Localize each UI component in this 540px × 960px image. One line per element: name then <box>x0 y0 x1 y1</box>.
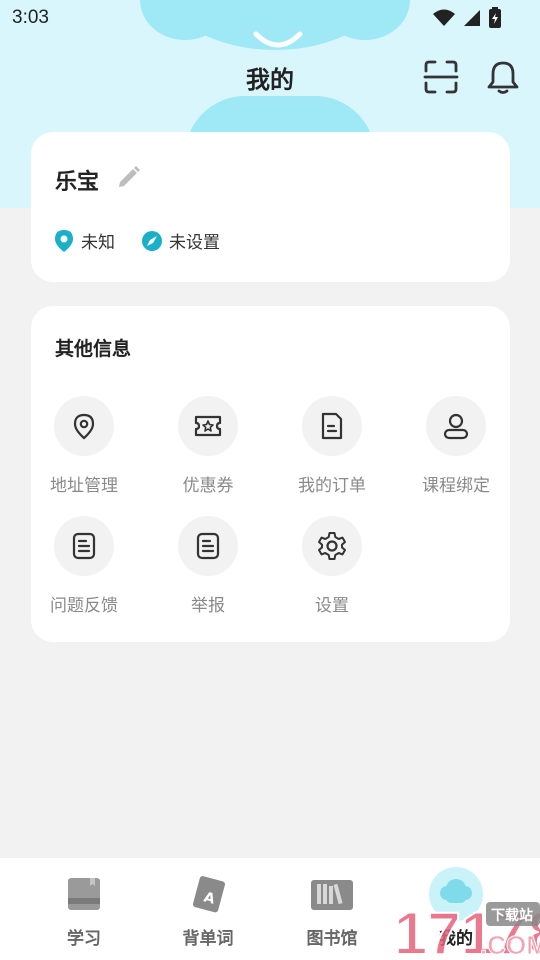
nav-item-study[interactable]: 学习 <box>22 868 146 949</box>
nav-label: 我的 <box>439 929 473 949</box>
feedback-icon <box>72 532 96 560</box>
grid-item-feedback[interactable]: 问题反馈 <box>22 516 146 616</box>
word-card-icon: A <box>146 868 270 920</box>
other-info-card: 其他信息 地址管理 优惠券 我的订单 课程绑定 问题反馈 举报 设置 <box>31 306 510 642</box>
order-document-icon <box>321 412 343 440</box>
profile-cloud-icon <box>394 867 518 921</box>
battery-icon <box>489 7 501 28</box>
location-text: 未知 <box>81 233 115 253</box>
grid-label: 问题反馈 <box>50 596 118 616</box>
nav-label: 背单词 <box>182 929 234 949</box>
nav-label: 图书馆 <box>306 929 358 949</box>
grid-label: 地址管理 <box>50 476 118 496</box>
location-pin-icon <box>55 229 73 252</box>
wifi-icon <box>433 9 455 26</box>
grid-label: 课程绑定 <box>422 476 490 496</box>
status-bar: 3:03 <box>0 0 540 36</box>
nav-item-words[interactable]: A 背单词 <box>146 868 270 949</box>
nav-item-mine[interactable]: 我的 <box>394 867 518 949</box>
library-icon <box>270 868 394 920</box>
bottom-nav: 学习 A 背单词 图书馆 我的 <box>0 858 540 960</box>
setting-status-info: 未设置 <box>141 228 220 253</box>
grid-item-report[interactable]: 举报 <box>146 516 270 616</box>
edit-pencil-icon[interactable] <box>115 162 143 190</box>
grid-item-course-bind[interactable]: 课程绑定 <box>394 396 518 496</box>
grid-label: 设置 <box>315 596 349 616</box>
user-name: 乐宝 <box>55 170 100 195</box>
profile-card: 乐宝 未知 未设置 <box>31 132 510 282</box>
grid-icon-circle <box>54 516 114 576</box>
grid-icon-circle <box>302 396 362 456</box>
compass-icon <box>142 230 162 251</box>
grid-label: 举报 <box>191 596 225 616</box>
status-time: 3:03 <box>12 7 49 28</box>
nav-item-library[interactable]: 图书馆 <box>270 868 394 949</box>
report-icon <box>196 532 220 560</box>
gear-icon <box>318 532 346 560</box>
location-pin-icon <box>73 413 95 440</box>
grid-icon-circle <box>302 516 362 576</box>
grid-icon-circle <box>178 396 238 456</box>
grid-item-orders[interactable]: 我的订单 <box>270 396 394 496</box>
location-info: 未知 <box>53 228 115 253</box>
book-icon <box>22 868 146 920</box>
grid-label: 我的订单 <box>298 476 366 496</box>
grid-item-settings[interactable]: 设置 <box>270 516 394 616</box>
grid-label: 优惠券 <box>182 476 234 496</box>
grid-item-coupon[interactable]: 优惠券 <box>146 396 270 496</box>
status-icons <box>432 7 502 29</box>
grid-icon-circle <box>178 516 238 576</box>
grid-icon-circle <box>54 396 114 456</box>
bell-icon[interactable] <box>484 58 522 96</box>
nav-label: 学习 <box>67 929 101 949</box>
scan-icon[interactable] <box>422 58 460 96</box>
section-title: 其他信息 <box>55 338 132 360</box>
user-bind-icon <box>443 413 469 440</box>
setting-status-text: 未设置 <box>169 233 220 253</box>
signal-icon <box>464 10 480 26</box>
grid-icon-circle <box>426 396 486 456</box>
grid-item-address[interactable]: 地址管理 <box>22 396 146 496</box>
coupon-icon <box>194 415 222 437</box>
